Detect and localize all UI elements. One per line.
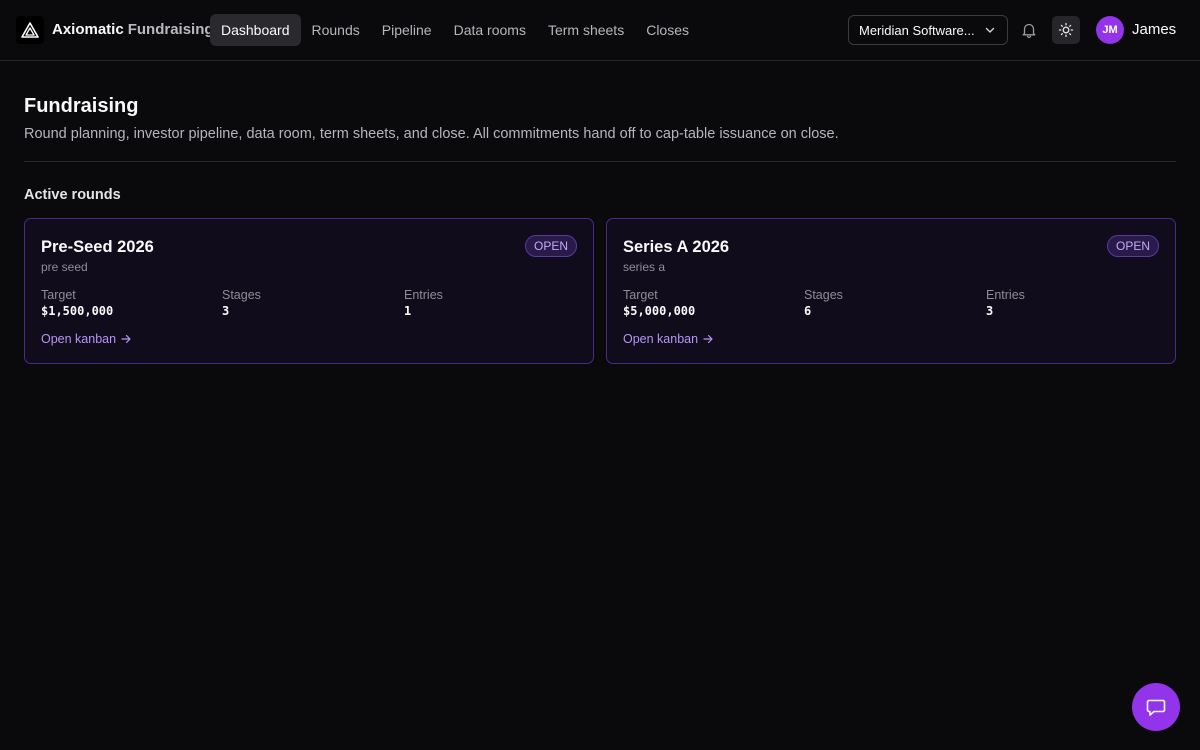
round-title: Pre-Seed 2026	[41, 238, 154, 256]
main-nav: Dashboard Rounds Pipeline Data rooms Ter…	[210, 14, 700, 46]
stat-value: 3	[222, 304, 230, 318]
stat-target: Target $1,500,000	[41, 288, 113, 318]
section-title-active-rounds: Active rounds	[24, 187, 121, 203]
stat-entries: Entries 3	[986, 288, 1025, 318]
stat-label: Target	[41, 288, 76, 302]
chat-button[interactable]	[1132, 683, 1180, 731]
divider	[24, 161, 1176, 162]
stat-value: $5,000,000	[623, 304, 696, 318]
stat-label: Entries	[986, 288, 1025, 302]
nav-rounds[interactable]: Rounds	[301, 14, 371, 46]
round-card-pre-seed[interactable]: Pre-Seed 2026 pre seed OPEN Target $1,50…	[24, 218, 594, 364]
round-type: pre seed	[41, 260, 88, 274]
organization-select[interactable]: Meridian Software...	[848, 15, 1008, 45]
open-kanban-link[interactable]: Open kanban	[41, 332, 131, 346]
stat-target: Target $5,000,000	[623, 288, 695, 318]
bell-icon[interactable]	[1020, 21, 1038, 39]
organization-select-value: Meridian Software...	[859, 22, 975, 38]
axiomatic-logo-icon[interactable]	[16, 16, 44, 44]
sun-icon	[1058, 22, 1074, 38]
stat-entries: Entries 1	[404, 288, 443, 318]
nav-closes[interactable]: Closes	[635, 14, 700, 46]
open-kanban-label: Open kanban	[41, 332, 117, 346]
page-subtitle: Round planning, investor pipeline, data …	[24, 126, 839, 142]
brand-primary: Axiomatic	[52, 21, 124, 38]
arrow-right-icon	[703, 334, 713, 344]
open-kanban-label: Open kanban	[623, 332, 699, 346]
arrow-right-icon	[121, 334, 131, 344]
stat-stages: Stages 6	[804, 288, 843, 318]
stat-value: 1	[404, 304, 412, 318]
stat-stages: Stages 3	[222, 288, 261, 318]
stat-value: 6	[804, 304, 812, 318]
stat-value: $1,500,000	[41, 304, 114, 318]
nav-data-rooms[interactable]: Data rooms	[443, 14, 537, 46]
theme-toggle-button[interactable]	[1052, 16, 1080, 44]
nav-pipeline[interactable]: Pipeline	[371, 14, 443, 46]
stat-label: Stages	[222, 288, 261, 302]
nav-term-sheets[interactable]: Term sheets	[537, 14, 635, 46]
nav-dashboard[interactable]: Dashboard	[210, 14, 301, 46]
avatar[interactable]: JM	[1096, 16, 1124, 44]
stat-value: 3	[986, 304, 994, 318]
brand-name[interactable]: Axiomatic Fundraising	[52, 21, 214, 38]
page-title: Fundraising	[24, 95, 139, 117]
chat-icon	[1146, 699, 1166, 716]
round-type: series a	[623, 260, 666, 274]
top-navbar: Axiomatic Fundraising Dashboard Rounds Pi…	[0, 0, 1200, 61]
status-badge: OPEN	[1106, 235, 1159, 257]
brand-secondary: Fundraising	[127, 21, 214, 38]
round-title: Series A 2026	[623, 238, 730, 256]
stat-label: Entries	[404, 288, 443, 302]
stat-label: Stages	[804, 288, 843, 302]
stat-label: Target	[623, 288, 658, 302]
user-name[interactable]: James	[1132, 21, 1176, 38]
open-kanban-link[interactable]: Open kanban	[623, 332, 713, 346]
status-badge: OPEN	[524, 235, 577, 257]
round-card-series-a[interactable]: Series A 2026 series a OPEN Target $5,00…	[606, 218, 1176, 364]
chevron-down-icon	[985, 27, 995, 33]
